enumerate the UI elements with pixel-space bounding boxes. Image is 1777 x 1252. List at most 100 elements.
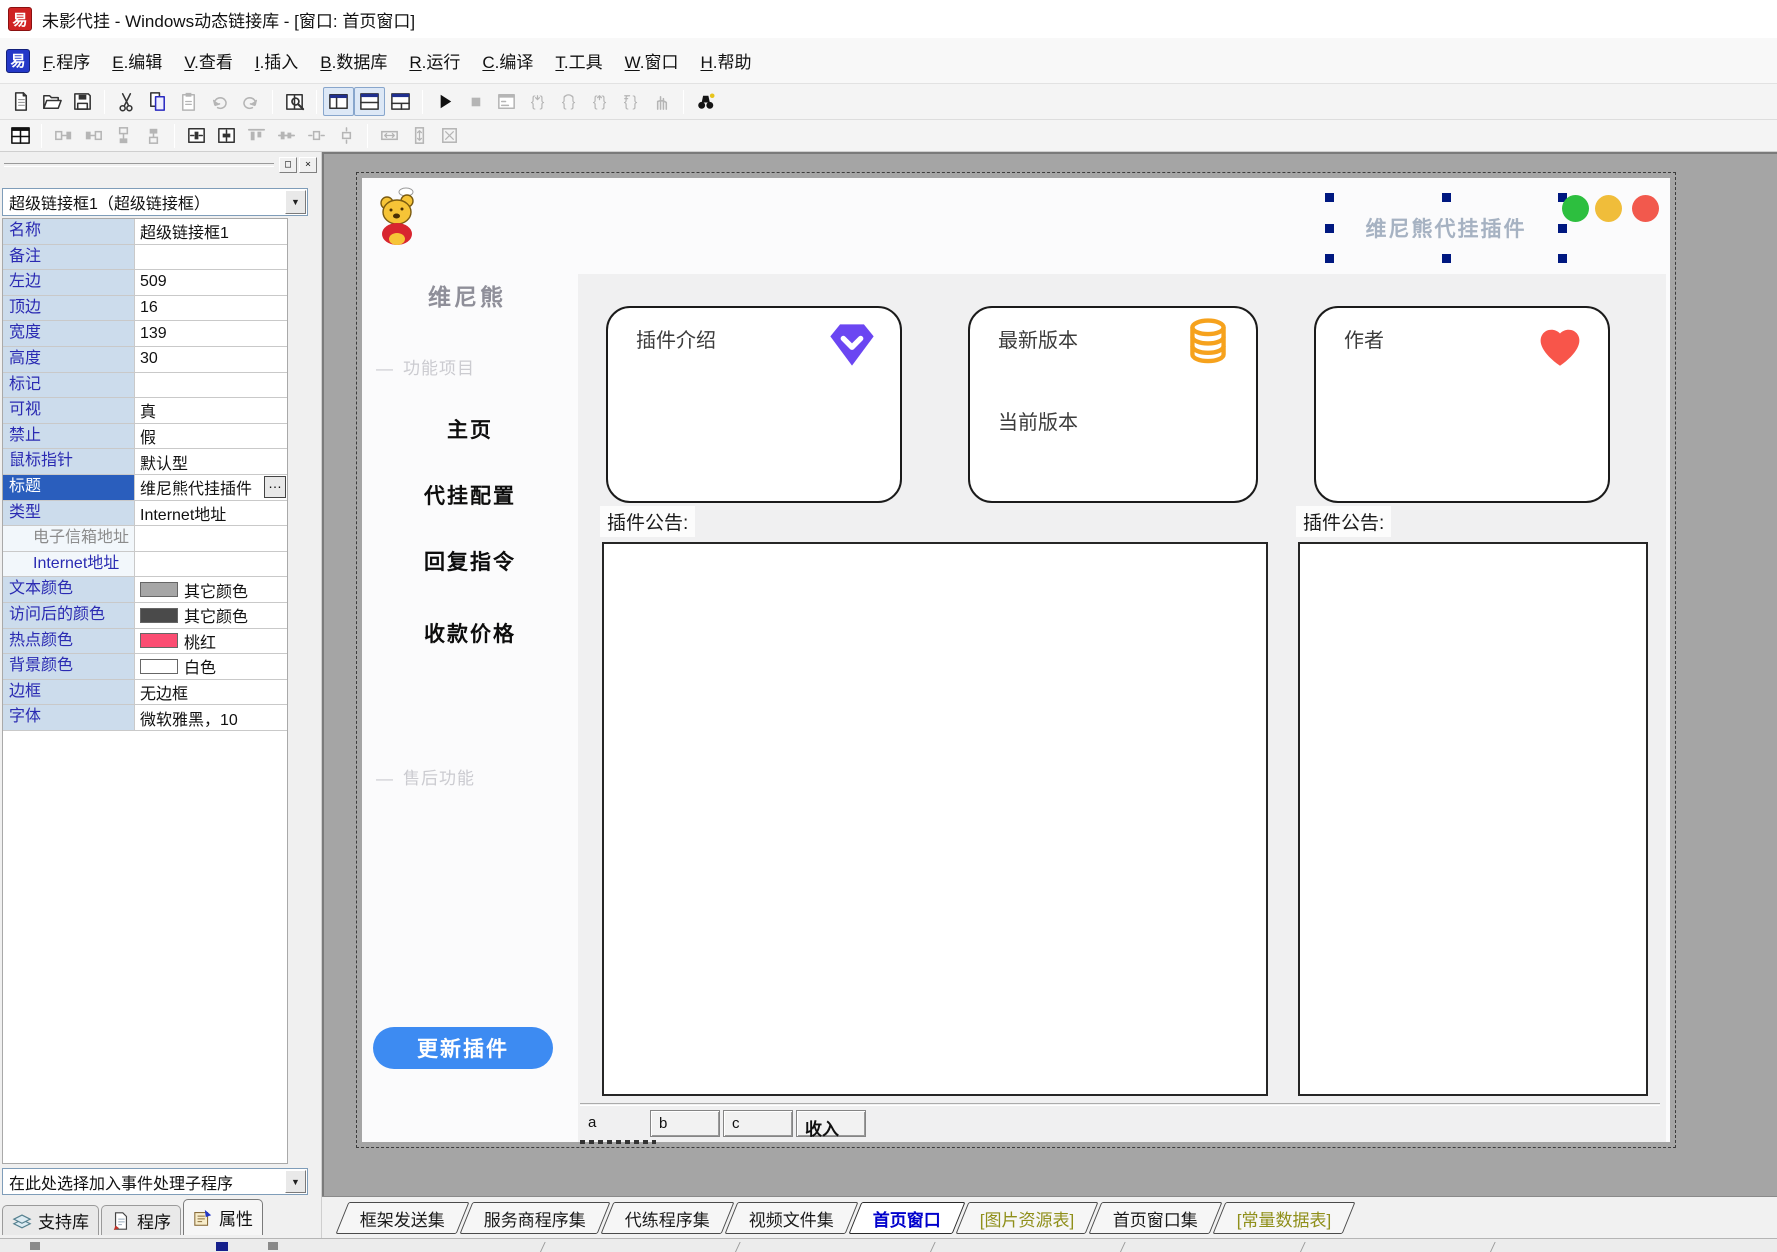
- announcement-label-right[interactable]: 插件公告:: [1296, 506, 1391, 537]
- property-row-16[interactable]: 热点颜色桃红: [3, 629, 287, 655]
- card-1[interactable]: 最新版本当前版本: [968, 306, 1258, 503]
- center-horizontal-icon[interactable]: [181, 122, 211, 149]
- form-nav-item-1[interactable]: 代挂配置: [382, 480, 558, 510]
- form-mini-tab-3[interactable]: 收入: [796, 1110, 866, 1137]
- status-dot-2[interactable]: [1632, 195, 1659, 222]
- property-value[interactable]: 微软雅黑，10: [135, 705, 287, 730]
- same-width-icon[interactable]: [374, 122, 404, 149]
- property-row-18[interactable]: 边框无边框: [3, 680, 287, 706]
- property-value[interactable]: 其它颜色: [135, 603, 287, 628]
- debug-window-icon[interactable]: [491, 87, 522, 116]
- brand-label[interactable]: 维尼熊: [428, 278, 506, 312]
- menu-item-b[interactable]: B.数据库: [309, 43, 398, 78]
- pooh-bear-image[interactable]: [374, 186, 422, 246]
- property-row-4[interactable]: 宽度139: [3, 321, 287, 347]
- property-row-17[interactable]: 背景颜色白色: [3, 654, 287, 680]
- same-size-icon[interactable]: [434, 122, 464, 149]
- binoculars-icon[interactable]: [690, 87, 721, 116]
- property-row-19[interactable]: 字体微软雅黑，10: [3, 705, 287, 731]
- find-book-icon[interactable]: [279, 87, 310, 116]
- same-height-icon[interactable]: [404, 122, 434, 149]
- property-row-14[interactable]: 文本颜色其它颜色: [3, 577, 287, 603]
- selection-handle[interactable]: [1558, 224, 1567, 233]
- selection-handle[interactable]: [1325, 254, 1334, 263]
- ellipsis-button[interactable]: …: [264, 476, 286, 498]
- property-row-5[interactable]: 高度30: [3, 347, 287, 373]
- panel-float-button[interactable]: □: [279, 157, 297, 173]
- selection-handle[interactable]: [1442, 193, 1451, 202]
- menu-item-e[interactable]: E.编辑: [101, 43, 173, 78]
- object-selector-dropdown[interactable]: 超级链接框1（超级链接框） ▼: [2, 188, 308, 216]
- property-row-6[interactable]: 标记: [3, 373, 287, 399]
- card-2[interactable]: 作者: [1314, 306, 1610, 503]
- status-dot-0[interactable]: [1562, 195, 1589, 222]
- property-row-8[interactable]: 禁止假: [3, 424, 287, 450]
- menu-item-c[interactable]: C.编译: [471, 43, 544, 78]
- undo-icon[interactable]: [235, 87, 266, 116]
- section-label-aftersale[interactable]: —售后功能: [376, 764, 475, 789]
- document-tab-2[interactable]: 代练程序集: [601, 1202, 735, 1234]
- menu-item-w[interactable]: W.窗口: [614, 43, 690, 78]
- section-label-function[interactable]: —功能项目: [376, 354, 475, 379]
- property-value[interactable]: Internet地址: [135, 501, 287, 526]
- property-value[interactable]: 其它颜色: [135, 577, 287, 602]
- document-tab-1[interactable]: 服务商程序集: [460, 1202, 611, 1234]
- property-row-13[interactable]: Internet地址: [3, 552, 287, 578]
- paste-icon[interactable]: [173, 87, 204, 116]
- property-value[interactable]: [135, 373, 287, 398]
- form-mini-tab-0[interactable]: a: [580, 1110, 650, 1137]
- selection-handle[interactable]: [1325, 224, 1334, 233]
- status-dot-1[interactable]: [1595, 195, 1622, 222]
- property-value[interactable]: 维尼熊代挂插件…: [135, 475, 287, 500]
- announcement-box-left[interactable]: [602, 542, 1268, 1096]
- step-into-icon[interactable]: { }: [522, 87, 553, 116]
- selection-handle[interactable]: [1442, 254, 1451, 263]
- property-value[interactable]: 30: [135, 347, 287, 372]
- document-tab-5[interactable]: [图片资源表]: [956, 1202, 1099, 1234]
- menu-item-v[interactable]: V.查看: [173, 43, 244, 78]
- windows-grid-icon[interactable]: [5, 122, 35, 149]
- form-nav-item-0[interactable]: 主页: [382, 414, 558, 444]
- property-row-1[interactable]: 备注: [3, 245, 287, 271]
- run-to-cursor-icon[interactable]: { }: [615, 87, 646, 116]
- panel-tab-active[interactable]: 属性: [183, 1199, 263, 1235]
- menu-item-f[interactable]: F.程序: [32, 43, 101, 78]
- space-across-icon[interactable]: [301, 122, 331, 149]
- announcement-label-left[interactable]: 插件公告:: [600, 506, 695, 537]
- panel-tab-inactive[interactable]: 支持库: [2, 1205, 99, 1235]
- copy-icon[interactable]: [142, 87, 173, 116]
- document-tab-4[interactable]: 首页窗口: [849, 1202, 966, 1234]
- form-nav-item-3[interactable]: 收款价格: [382, 618, 558, 648]
- attach-left-icon[interactable]: [48, 122, 78, 149]
- document-tab-3[interactable]: 视频文件集: [725, 1202, 859, 1234]
- property-value[interactable]: 桃红: [135, 629, 287, 654]
- run-icon[interactable]: [429, 87, 460, 116]
- selection-handle[interactable]: [1558, 254, 1567, 263]
- attach-top-icon[interactable]: [108, 122, 138, 149]
- property-row-12[interactable]: 电子信箱地址: [3, 526, 287, 552]
- save-icon[interactable]: [67, 87, 98, 116]
- property-row-10[interactable]: 标题维尼熊代挂插件…: [3, 475, 287, 501]
- property-value[interactable]: [135, 552, 287, 577]
- event-selector-dropdown[interactable]: 在此处选择加入事件处理子程序 ▼: [2, 1168, 308, 1195]
- property-value[interactable]: 白色: [135, 654, 287, 679]
- panel-grip[interactable]: [4, 163, 274, 167]
- panel-tab-inactive[interactable]: 程序: [101, 1205, 181, 1235]
- form-mini-tab-1[interactable]: b: [650, 1110, 720, 1137]
- panel-close-button[interactable]: ×: [299, 157, 317, 173]
- property-value[interactable]: 假: [135, 424, 287, 449]
- document-tab-7[interactable]: [常量数据表]: [1213, 1202, 1356, 1234]
- property-row-7[interactable]: 可视真: [3, 398, 287, 424]
- card-0[interactable]: 插件介绍: [606, 306, 902, 503]
- menu-item-h[interactable]: H.帮助: [689, 43, 762, 78]
- attach-bottom-icon[interactable]: [138, 122, 168, 149]
- chevron-down-icon[interactable]: ▼: [285, 190, 306, 214]
- announcement-box-right[interactable]: [1298, 542, 1648, 1096]
- property-value[interactable]: 默认型: [135, 449, 287, 474]
- property-value[interactable]: 139: [135, 321, 287, 346]
- property-row-3[interactable]: 顶边16: [3, 296, 287, 322]
- property-value[interactable]: [135, 526, 287, 551]
- document-tab-6[interactable]: 首页窗口集: [1089, 1202, 1223, 1234]
- document-tab-0[interactable]: 框架发送集: [336, 1202, 470, 1234]
- designed-form[interactable]: 维尼熊 —功能项目 主页代挂配置回复指令收款价格 —售后功能 更新插件 插件介绍…: [362, 178, 1670, 1142]
